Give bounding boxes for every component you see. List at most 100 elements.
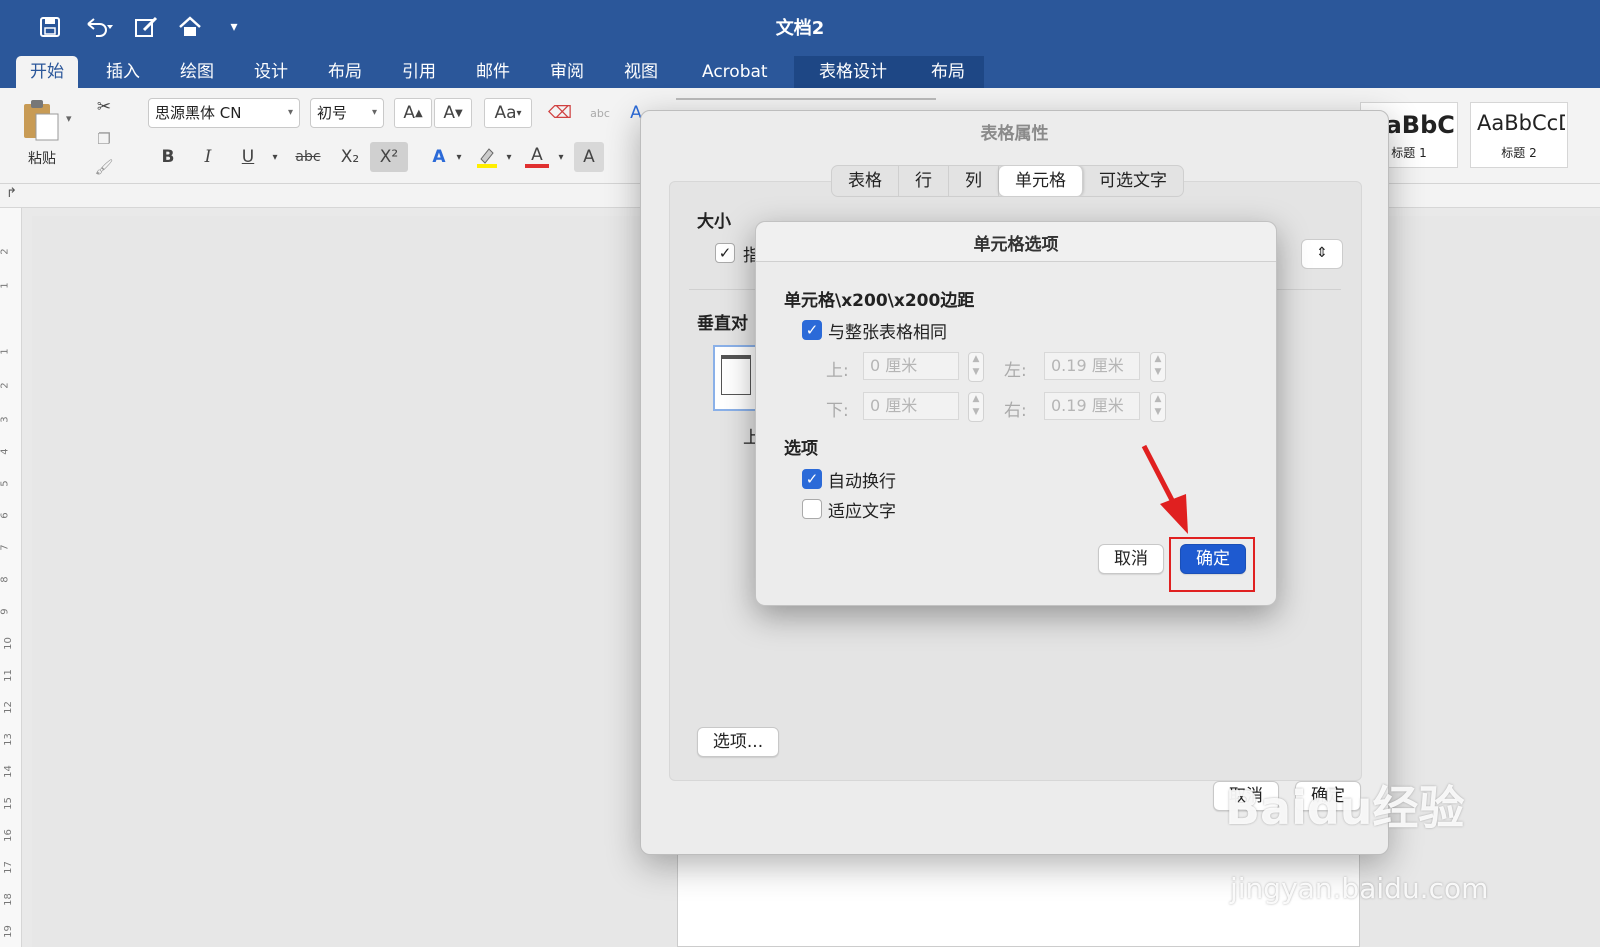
change-case-icon: Aa bbox=[494, 103, 517, 123]
change-case-button[interactable]: Aa ▾ bbox=[484, 98, 532, 128]
vertical-ruler: 2 1 1 2 3 4 5 6 7 8 9 10 11 12 13 14 15 … bbox=[0, 208, 22, 947]
wrap-text-checkbox[interactable]: ✓ bbox=[802, 469, 822, 489]
baidu-watermark-url: jingyan.baidu.com bbox=[1230, 872, 1489, 905]
ruler-tick: 12 bbox=[2, 701, 14, 714]
underline-button[interactable]: U bbox=[230, 142, 266, 172]
chevron-down-icon: ▾ bbox=[287, 107, 293, 118]
clear-format-icon[interactable]: ⌫ bbox=[542, 98, 578, 128]
font-size-select[interactable]: 初号 ▾ bbox=[310, 98, 384, 128]
ruler-tick: 15 bbox=[2, 797, 14, 810]
cut-icon[interactable]: ✂ bbox=[92, 92, 116, 122]
ruler-tick: 5 bbox=[0, 480, 11, 487]
tab-acrobat[interactable]: Acrobat bbox=[688, 56, 782, 88]
italic-button[interactable]: I bbox=[190, 142, 226, 172]
options-button[interactable]: 选项... bbox=[697, 727, 779, 757]
ruler-tick: 14 bbox=[2, 765, 14, 778]
right-margin-input[interactable]: 0.19 厘米 bbox=[1044, 392, 1140, 420]
ruler-tick: 2 bbox=[0, 248, 11, 255]
tab-layout[interactable]: 布局 bbox=[314, 56, 376, 88]
copy-icon[interactable]: ❐ bbox=[92, 124, 116, 154]
tab-review[interactable]: 审阅 bbox=[536, 56, 598, 88]
top-margin-label: 上: bbox=[826, 361, 849, 381]
shrink-font-button[interactable]: A ▼ bbox=[434, 98, 472, 128]
tab-draw[interactable]: 绘图 bbox=[166, 56, 228, 88]
style-heading-2-sample: AaBbCcD bbox=[1477, 111, 1565, 135]
font-color-dropdown-icon[interactable]: ▾ bbox=[554, 142, 568, 172]
wrap-text-label: 自动换行 bbox=[828, 472, 896, 492]
text-effects-button[interactable]: A bbox=[424, 142, 454, 172]
font-name-value: 思源黑体 CN bbox=[155, 104, 242, 122]
tab-home[interactable]: 开始 bbox=[16, 56, 78, 88]
right-margin-stepper[interactable]: ▲ ▼ bbox=[1150, 392, 1166, 422]
style-heading-2[interactable]: AaBbCcD 标题 2 bbox=[1470, 102, 1568, 168]
left-margin-label: 左: bbox=[1004, 361, 1027, 381]
style-heading-2-caption: 标题 2 bbox=[1501, 146, 1537, 160]
paste-label: 粘贴 bbox=[28, 151, 56, 167]
font-name-select[interactable]: 思源黑体 CN ▾ bbox=[148, 98, 300, 128]
tab-alt-text[interactable]: 可选文字 bbox=[1083, 166, 1183, 196]
ruler-tick: 19 bbox=[2, 925, 14, 938]
same-as-table-checkbox[interactable]: ✓ bbox=[802, 320, 822, 340]
subscript-button[interactable]: X₂ bbox=[332, 142, 368, 172]
bottom-margin-input[interactable]: 0 厘米 bbox=[863, 392, 959, 420]
tab-mailings[interactable]: 邮件 bbox=[462, 56, 524, 88]
font-color-button[interactable]: A bbox=[522, 142, 552, 172]
font-color-icon: A bbox=[531, 145, 543, 165]
chevron-down-icon: ▾ bbox=[371, 107, 377, 118]
tab-design[interactable]: 设计 bbox=[240, 56, 302, 88]
highlight-dropdown-icon[interactable]: ▾ bbox=[502, 142, 516, 172]
right-margin-label: 右: bbox=[1004, 401, 1027, 421]
document-title: 文档2 bbox=[775, 18, 825, 39]
ruler-tick: 8 bbox=[0, 576, 11, 583]
options-heading: 选项 bbox=[784, 439, 818, 459]
tab-references[interactable]: 引用 bbox=[388, 56, 450, 88]
tab-view[interactable]: 视图 bbox=[610, 56, 672, 88]
highlight-icon[interactable] bbox=[472, 142, 502, 172]
left-margin-input[interactable]: 0.19 厘米 bbox=[1044, 352, 1140, 380]
char-shading-button[interactable]: A bbox=[574, 142, 604, 172]
updown-chevron-icon: ⇕ bbox=[1316, 245, 1328, 261]
vertical-alignment-heading: 垂直对 bbox=[697, 314, 748, 334]
preferred-width-checkbox[interactable]: ✓ bbox=[715, 243, 735, 263]
size-heading: 大小 bbox=[697, 212, 731, 232]
format-painter-icon[interactable]: 🖌 bbox=[92, 152, 116, 182]
paste-icon[interactable] bbox=[20, 98, 60, 146]
tab-table-design[interactable]: 表格设计 bbox=[794, 56, 912, 88]
tab-insert[interactable]: 插入 bbox=[92, 56, 154, 88]
text-effects-dropdown-icon[interactable]: ▾ bbox=[452, 142, 466, 172]
highlight-box bbox=[1169, 537, 1255, 592]
fit-text-checkbox[interactable] bbox=[802, 499, 822, 519]
bold-button[interactable]: B bbox=[150, 142, 186, 172]
top-margin-stepper[interactable]: ▲ ▼ bbox=[968, 352, 984, 382]
cancel-button[interactable]: 取消 bbox=[1098, 544, 1164, 574]
tab-row[interactable]: 行 bbox=[899, 166, 949, 196]
paste-dropdown-icon[interactable]: ▾ bbox=[66, 112, 72, 125]
ruler-tick: 18 bbox=[2, 893, 14, 906]
superscript-button[interactable]: X² bbox=[370, 142, 408, 172]
ruler-tick: 16 bbox=[2, 829, 14, 842]
strikethrough-button[interactable]: abc bbox=[288, 142, 328, 172]
ruler-tick: 6 bbox=[0, 512, 11, 519]
phonetic-guide-icon[interactable]: abc bbox=[582, 98, 618, 128]
ruler-tick: 10 bbox=[2, 637, 14, 650]
bottom-margin-stepper[interactable]: ▲ ▼ bbox=[968, 392, 984, 422]
underline-dropdown-icon[interactable]: ▾ bbox=[268, 142, 282, 172]
tab-table[interactable]: 表格 bbox=[832, 166, 899, 196]
baidu-watermark: Baidu经验 bbox=[1225, 781, 1465, 835]
red-arrow-icon bbox=[1141, 444, 1188, 534]
align-top-icon[interactable] bbox=[713, 345, 759, 411]
tab-table-layout[interactable]: 布局 bbox=[912, 56, 984, 88]
left-margin-stepper[interactable]: ▲ ▼ bbox=[1150, 352, 1166, 382]
tab-stop-icon[interactable]: ↱ bbox=[6, 186, 17, 201]
ruler-tick: 17 bbox=[2, 861, 14, 874]
ruler-tick: 13 bbox=[2, 733, 14, 746]
font-size-value: 初号 bbox=[317, 104, 348, 122]
same-as-table-label: 与整张表格相同 bbox=[828, 323, 947, 343]
properties-tabs: 表格 行 列 单元格 可选文字 bbox=[831, 165, 1184, 197]
tab-column[interactable]: 列 bbox=[949, 166, 999, 196]
ruler-tick: 1 bbox=[0, 348, 11, 355]
width-unit-select[interactable]: ⇕ bbox=[1301, 239, 1343, 269]
top-margin-input[interactable]: 0 厘米 bbox=[863, 352, 959, 380]
grow-font-button[interactable]: A ▲ bbox=[394, 98, 432, 128]
tab-cell[interactable]: 单元格 bbox=[999, 166, 1083, 196]
